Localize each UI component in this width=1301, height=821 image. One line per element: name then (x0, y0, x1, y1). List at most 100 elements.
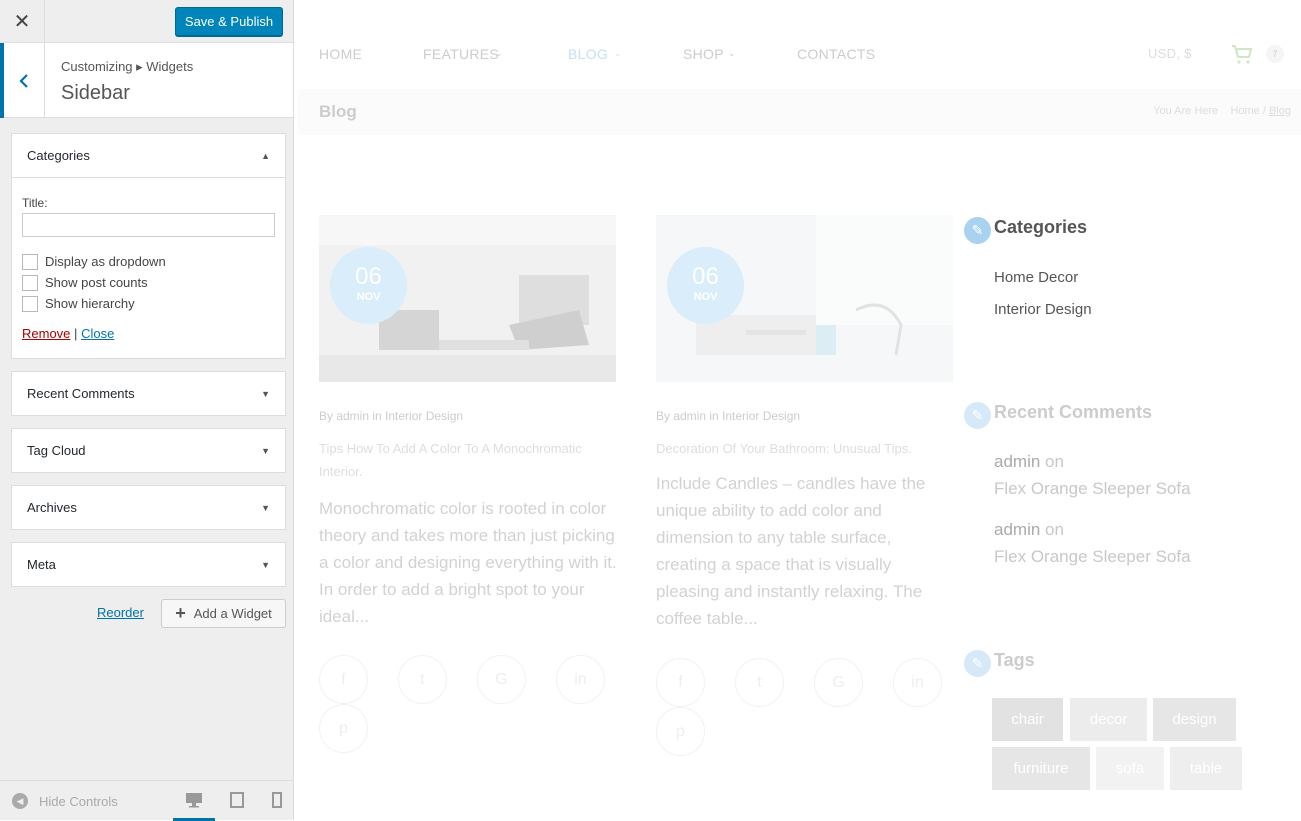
triangle-up-icon[interactable]: ▲ (261, 151, 270, 161)
date-badge: 06 NOV (330, 247, 407, 324)
comment-post[interactable]: Flex Orange Sleeper Sofa (994, 479, 1191, 498)
widget-header[interactable]: Categories ▲ (12, 134, 285, 177)
facebook-icon[interactable]: f (319, 655, 368, 704)
desktop-icon[interactable] (185, 792, 203, 808)
category-link[interactable]: Interior Design (994, 301, 1092, 318)
pencil-icon[interactable]: ✎ (964, 402, 991, 429)
cart-count-badge: 7 (1266, 45, 1284, 63)
post-image[interactable]: 06 NOV (319, 215, 616, 382)
breadcrumb: You Are Here Home / Blog (1153, 105, 1291, 117)
pinterest-icon[interactable]: p (319, 704, 368, 753)
chevron-down-icon: ⌄ (614, 48, 622, 58)
chevron-left-icon (19, 73, 28, 88)
triangle-down-icon[interactable]: ▼ (261, 389, 270, 399)
tag-chip[interactable]: decor (1070, 698, 1147, 741)
date-day: 06 (692, 263, 719, 290)
triangle-down-icon[interactable]: ▼ (261, 503, 270, 513)
pencil-icon[interactable]: ✎ (964, 217, 991, 244)
comment-author[interactable]: admin (994, 452, 1040, 471)
cart-icon[interactable] (1230, 42, 1254, 66)
google-icon[interactable]: G (814, 658, 863, 707)
breadcrumb-sep: / (1262, 105, 1266, 117)
pinterest-icon[interactable]: p (656, 707, 705, 756)
twitter-icon[interactable]: t (735, 658, 784, 707)
pencil-icon[interactable]: ✎ (964, 650, 991, 677)
title-input[interactable] (22, 213, 275, 237)
nav-shop[interactable]: SHOP (683, 46, 724, 62)
checkbox-row[interactable]: Show hierarchy (22, 293, 275, 314)
collapse-icon: ◀ (12, 793, 28, 809)
widget-tag-cloud[interactable]: Tag Cloud ▼ (11, 428, 286, 473)
widget-recent-comments[interactable]: Recent Comments ▼ (11, 371, 286, 416)
nav-home[interactable]: HOME (319, 46, 362, 62)
post-title[interactable]: Tips How To Add A Color To A Monochromat… (319, 437, 619, 483)
comment-on: on (1045, 520, 1064, 539)
chevron-down-icon: ⌄ (495, 48, 503, 58)
google-icon[interactable]: G (477, 655, 526, 704)
back-button[interactable] (0, 43, 45, 118)
close-icon[interactable]: ✕ (0, 0, 45, 43)
category-link[interactable]: Home Decor (994, 269, 1078, 286)
tag-chip[interactable]: furniture (992, 747, 1090, 790)
checkbox-row[interactable]: Show post counts (22, 272, 275, 293)
separator: | (74, 326, 78, 341)
hierarchy-checkbox[interactable] (22, 295, 38, 312)
comment-author[interactable]: admin (994, 520, 1040, 539)
post-counts-checkbox[interactable] (22, 274, 38, 291)
breadcrumb-home[interactable]: Home (1230, 105, 1259, 117)
mobile-icon[interactable] (268, 792, 286, 808)
widget-archives[interactable]: Archives ▼ (11, 485, 286, 530)
add-widget-label: Add a Widget (193, 606, 272, 621)
add-widget-button[interactable]: + Add a Widget (161, 599, 286, 628)
currency-selector[interactable]: USD, $ (1148, 46, 1192, 61)
title-label: Title: (22, 196, 48, 210)
comment-post[interactable]: Flex Orange Sleeper Sofa (994, 547, 1191, 566)
post-image[interactable]: 06 NOV (656, 215, 953, 382)
reorder-link[interactable]: Reorder (97, 605, 144, 620)
linkedin-icon[interactable]: in (556, 655, 605, 704)
post-meta: By admin in Interior Design (319, 409, 464, 423)
comment-item: admin on Flex Orange Sleeper Sofa (994, 516, 1191, 570)
dropdown-checkbox[interactable] (22, 253, 38, 270)
site-preview: HOME FEATURES ⌄ BLOG ⌄ SHOP ⌄ CONTACTS U… (298, 0, 1301, 820)
breadcrumb-label: You Are Here (1153, 105, 1219, 117)
widget-actions: Remove | Close (22, 326, 275, 341)
widget-form: Title: Display as dropdown Show post cou… (12, 177, 285, 341)
post-meta: By admin in Interior Design (656, 409, 801, 423)
twitter-icon[interactable]: t (398, 655, 447, 704)
tag-chip[interactable]: chair (992, 698, 1063, 741)
nav-features[interactable]: FEATURES (423, 46, 499, 62)
widget-categories: Categories ▲ Title: Display as dropdown … (11, 133, 286, 359)
widget-title: Recent Comments (27, 386, 135, 401)
tag-chip[interactable]: design (1153, 698, 1236, 741)
widget-meta[interactable]: Meta ▼ (11, 542, 286, 587)
tag-chip[interactable]: table (1170, 747, 1242, 790)
date-badge: 06 NOV (667, 247, 744, 324)
nav-contacts[interactable]: CONTACTS (797, 46, 875, 62)
section-header: Customizing ▸ Widgets Sidebar (0, 43, 293, 118)
nav-blog[interactable]: BLOG (568, 46, 608, 62)
widget-heading: Recent Comments (994, 402, 1153, 422)
breadcrumb-current[interactable]: Blog (1269, 105, 1291, 117)
checkbox-row[interactable]: Display as dropdown (22, 251, 275, 272)
checkbox-label: Show post counts (45, 275, 148, 290)
post-excerpt: Monochromatic color is rooted in color t… (319, 499, 617, 626)
date-month: NOV (693, 291, 718, 303)
tag-chip[interactable]: sofa (1096, 747, 1164, 790)
facebook-icon[interactable]: f (656, 658, 705, 707)
close-link[interactable]: Close (81, 326, 114, 341)
triangle-down-icon[interactable]: ▼ (261, 560, 270, 570)
triangle-down-icon[interactable]: ▼ (261, 446, 270, 456)
remove-link[interactable]: Remove (22, 326, 70, 341)
page-title: Blog (319, 102, 357, 121)
save-publish-button[interactable]: Save & Publish (175, 7, 283, 36)
widget-title: Meta (27, 557, 56, 572)
tablet-icon[interactable] (228, 792, 246, 808)
hide-controls-button[interactable]: ◀ Hide Controls (12, 793, 118, 809)
linkedin-icon[interactable]: in (893, 658, 942, 707)
post-title[interactable]: Decoration Of Your Bathroom: Unusual Tip… (656, 437, 956, 460)
checkbox-label: Show hierarchy (45, 296, 135, 311)
checkbox-label: Display as dropdown (45, 254, 166, 269)
plus-icon: + (175, 603, 186, 623)
widget-title: Categories (27, 148, 90, 163)
